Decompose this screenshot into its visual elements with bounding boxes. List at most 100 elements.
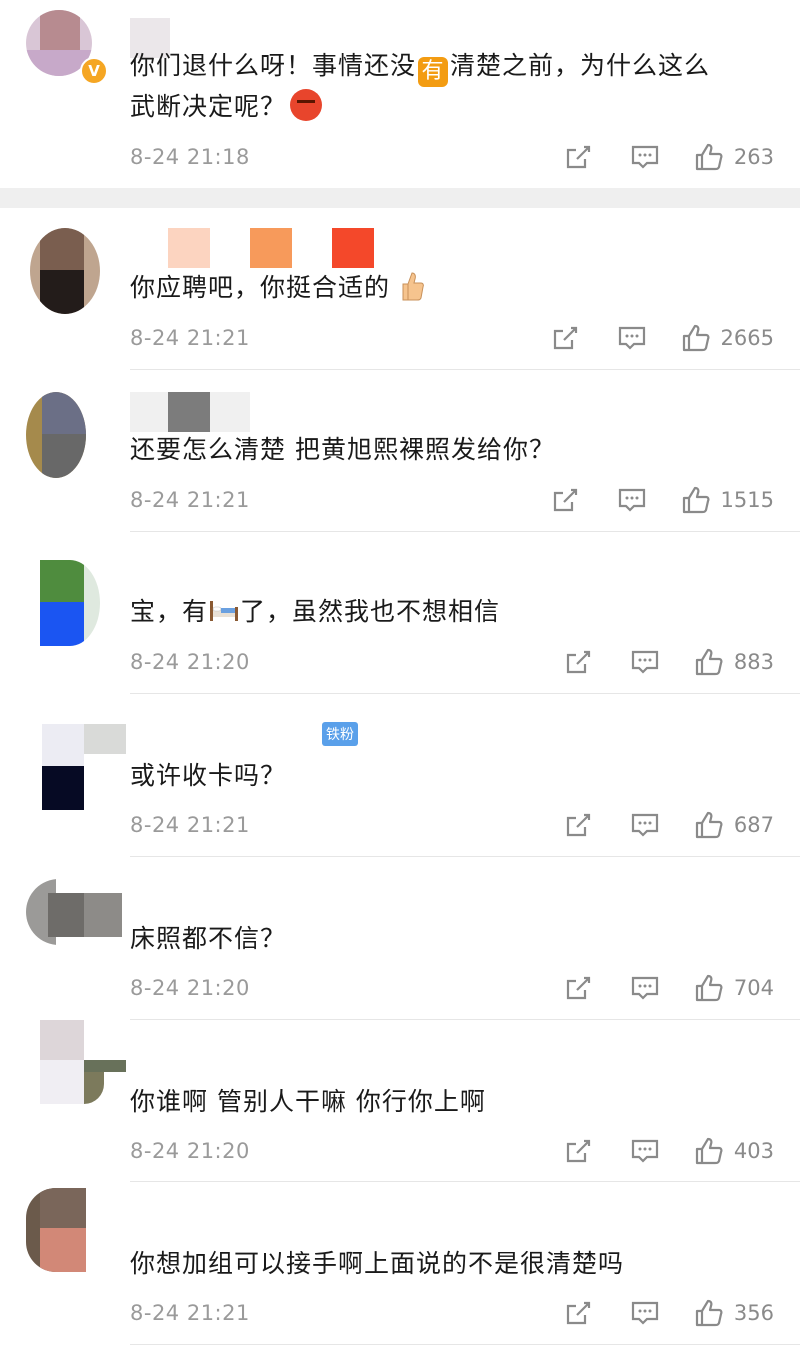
comment-text: 你们退什么呀！事情还没有清楚之前，为什么这么 武断决定呢？ — [130, 51, 711, 121]
comment-text: 你应聘吧，你挺合适的 — [130, 268, 425, 308]
thumbs-up-emoji-icon — [402, 272, 424, 301]
like-button[interactable]: 1515 — [681, 485, 774, 515]
divider — [130, 1344, 800, 1345]
like-button[interactable]: 2665 — [681, 323, 774, 353]
comment-time: 8-24 21:21 — [130, 326, 250, 350]
share-icon — [566, 1139, 591, 1163]
reply-button[interactable] — [630, 811, 660, 839]
comment-text: 还要怎么清楚 把黄旭熙裸照发给你？ — [130, 435, 555, 464]
angry-face-emoji-icon — [290, 89, 323, 121]
like-count: 704 — [733, 976, 774, 1000]
comment-icon — [631, 813, 659, 837]
avatar[interactable] — [26, 879, 122, 945]
comment-text: 宝，有 了，虽然我也不想相信 — [130, 597, 501, 626]
comment-time: 8-24 21:21 — [130, 813, 250, 837]
share-icon — [566, 650, 591, 674]
comment-item: 宝，有 了，虽然我也不想相信 8-24 21:20 883 — [0, 532, 800, 694]
comment-time: 8-24 21:20 — [130, 976, 250, 1000]
comment-item: 你谁啊 管别人干嘛 你行你上啊 8-24 21:20 403 — [0, 1020, 800, 1182]
avatar[interactable] — [26, 724, 126, 810]
like-button[interactable]: 356 — [694, 1298, 774, 1328]
thumbs-up-icon — [682, 324, 710, 352]
avatar[interactable] — [40, 560, 100, 646]
avatar[interactable] — [30, 228, 100, 314]
avatar[interactable] — [26, 1188, 86, 1272]
share-button[interactable] — [564, 648, 592, 676]
share-icon — [553, 488, 577, 512]
comment-icon — [618, 326, 645, 350]
comment-icon — [631, 1139, 659, 1163]
reply-button[interactable] — [617, 486, 647, 514]
comment-actions: 263 — [564, 139, 774, 175]
share-icon — [566, 145, 591, 169]
reply-button[interactable] — [630, 974, 660, 1002]
comment-actions: 687 — [564, 807, 774, 843]
like-count: 356 — [733, 1301, 774, 1325]
comment-time: 8-24 21:20 — [130, 650, 250, 674]
comment-text: 或许收卡吗？ — [130, 761, 287, 790]
section-divider — [0, 188, 800, 208]
comment-item: 铁粉 或许收卡吗？ 8-24 21:21 687 — [0, 694, 800, 857]
comment-item: 床照都不信？ 8-24 21:20 704 — [0, 857, 800, 1020]
like-count: 883 — [733, 650, 774, 674]
thumbs-up-icon — [695, 811, 723, 839]
like-button[interactable]: 403 — [694, 1136, 774, 1166]
share-button[interactable] — [564, 1299, 592, 1327]
share-button[interactable] — [551, 324, 579, 352]
like-count: 263 — [733, 145, 774, 169]
share-button[interactable] — [564, 811, 592, 839]
comment-time: 8-24 21:21 — [130, 488, 250, 512]
comment-icon — [631, 650, 659, 674]
like-button[interactable]: 883 — [694, 647, 774, 677]
like-button[interactable]: 687 — [694, 810, 774, 840]
comment-actions: 1515 — [551, 482, 774, 518]
comment-text: 你想加组可以接手啊上面说的不是很清楚吗 — [130, 1249, 625, 1278]
comment-time: 8-24 21:21 — [130, 1301, 250, 1325]
like-button[interactable]: 263 — [694, 142, 774, 172]
like-count: 403 — [733, 1139, 774, 1163]
comment-icon — [631, 145, 659, 169]
share-button[interactable] — [564, 143, 592, 171]
share-icon — [566, 976, 591, 1000]
comment-icon — [618, 488, 645, 512]
thumbs-up-icon — [682, 486, 710, 514]
comment-item: 还要怎么清楚 把黄旭熙裸照发给你？ 8-24 21:21 1515 — [0, 370, 800, 532]
comment-time: 8-24 21:20 — [130, 1139, 250, 1163]
share-icon — [566, 1301, 591, 1325]
emoji-you-icon: 有 — [418, 57, 449, 87]
comment-text: 你谁啊 管别人干嘛 你行你上啊 — [130, 1087, 486, 1116]
comment-actions: 883 — [564, 644, 774, 680]
comment-icon — [631, 976, 659, 1000]
reply-button[interactable] — [630, 143, 660, 171]
reply-button[interactable] — [617, 324, 647, 352]
avatar[interactable] — [26, 392, 86, 478]
verified-badge-icon: V — [80, 57, 108, 85]
thumbs-up-icon — [695, 1299, 723, 1327]
share-icon — [553, 326, 577, 350]
like-count: 687 — [733, 813, 774, 837]
avatar[interactable] — [40, 1020, 126, 1104]
comment-actions: 356 — [564, 1295, 774, 1331]
comment-icon — [631, 1301, 659, 1325]
bed-emoji-icon — [210, 601, 239, 621]
comment-item: 你应聘吧，你挺合适的 8-24 21:21 2665 — [0, 208, 800, 370]
thumbs-up-icon — [695, 143, 723, 171]
thumbs-up-icon — [695, 974, 723, 1002]
comment-actions: 2665 — [551, 320, 774, 356]
comment-text: 床照都不信？ — [130, 924, 287, 953]
comment-actions: 704 — [564, 970, 774, 1006]
thumbs-up-icon — [695, 1137, 723, 1165]
comment-item: V 你们退什么呀！事情还没有清楚之前，为什么这么 武断决定呢？ 8-24 21:… — [0, 0, 800, 188]
like-button[interactable]: 704 — [694, 973, 774, 1003]
comment-item: 你想加组可以接手啊上面说的不是很清楚吗 8-24 21:21 356 — [0, 1182, 800, 1354]
thumbs-up-icon — [695, 648, 723, 676]
share-button[interactable] — [551, 486, 579, 514]
fan-badge: 铁粉 — [322, 722, 358, 746]
reply-button[interactable] — [630, 1137, 660, 1165]
share-button[interactable] — [564, 1137, 592, 1165]
reply-button[interactable] — [630, 648, 660, 676]
like-count: 1515 — [720, 488, 774, 512]
reply-button[interactable] — [630, 1299, 660, 1327]
comment-time: 8-24 21:18 — [130, 145, 250, 169]
share-button[interactable] — [564, 974, 592, 1002]
